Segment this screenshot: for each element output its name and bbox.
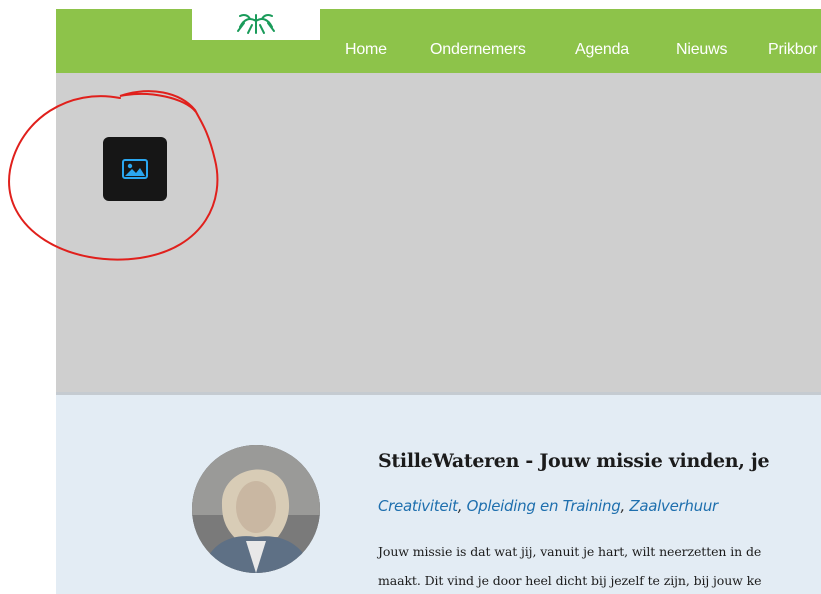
category-link-creativiteit[interactable]: Creativiteit — [378, 497, 458, 515]
nav-item-prikbord[interactable]: Prikbor — [768, 41, 817, 59]
top-navigation-bar: Home Ondernemers Agenda Nieuws Prikbor — [56, 9, 821, 73]
author-avatar[interactable] — [192, 445, 320, 573]
nav-item-ondernemers[interactable]: Ondernemers — [430, 41, 526, 59]
nav-item-agenda[interactable]: Agenda — [575, 41, 629, 59]
header-banner — [56, 73, 821, 392]
post-excerpt-line: Jouw missie is dat wat jij, vanuit je ha… — [378, 544, 762, 559]
category-link-zaalverhuur[interactable]: Zaalverhuur — [629, 497, 718, 515]
page: Home Ondernemers Agenda Nieuws Prikbor S… — [0, 0, 821, 594]
post-list: StilleWateren - Jouw missie vinden, je C… — [56, 395, 821, 594]
category-link-opleiding-en-training[interactable]: Opleiding en Training — [467, 497, 621, 515]
nav-item-nieuws[interactable]: Nieuws — [676, 41, 727, 59]
category-separator: , — [457, 497, 467, 515]
tree-roots-logo-icon — [237, 14, 275, 34]
site-logo[interactable] — [192, 9, 320, 40]
image-placeholder-button[interactable] — [103, 137, 167, 201]
post-title[interactable]: StilleWateren - Jouw missie vinden, je — [378, 450, 770, 472]
post-categories: Creativiteit, Opleiding en Training, Zaa… — [378, 497, 718, 515]
nav-item-home[interactable]: Home — [345, 41, 387, 59]
image-icon — [122, 159, 148, 179]
post-excerpt-line: maakt. Dit vind je door heel dicht bij j… — [378, 573, 762, 588]
avatar-photo — [192, 445, 320, 573]
